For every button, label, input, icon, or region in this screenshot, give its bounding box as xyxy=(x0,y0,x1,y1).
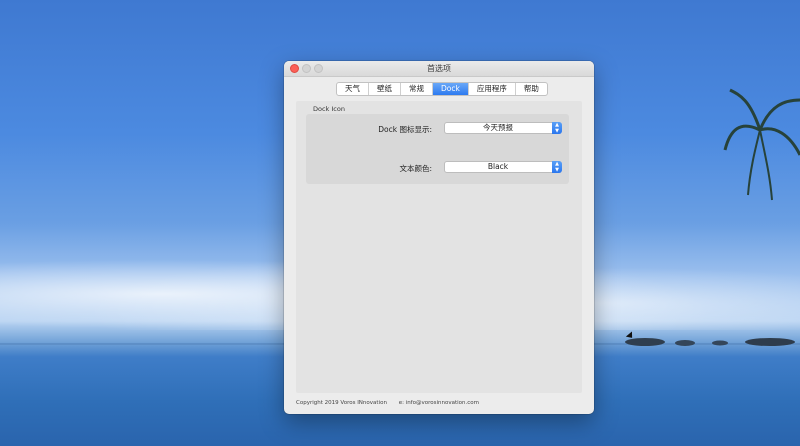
copyright-text: Copyright 2019 Voros INnovation xyxy=(296,400,387,406)
tab-bar: 天气 壁纸 常规 Dock 应用程序 帮助 xyxy=(336,82,548,96)
dock-display-value: 今天预报 xyxy=(483,123,513,132)
dock-display-label: Dock 图标显示: xyxy=(378,125,432,134)
tab-dock[interactable]: Dock xyxy=(433,83,469,95)
tab-wallpaper[interactable]: 壁纸 xyxy=(369,83,401,95)
chevron-up-down-icon: ▲ ▼ xyxy=(552,161,562,173)
dock-icon-group: Dock 图标显示: 今天预报 ▲ ▼ 文本颜色: Black ▲ ▼ xyxy=(306,114,569,184)
tab-applications[interactable]: 应用程序 xyxy=(469,83,516,95)
window-title: 首选项 xyxy=(427,64,451,73)
footer: Copyright 2019 Voros INnovation e: info@… xyxy=(296,400,489,406)
dock-display-popup[interactable]: 今天预报 ▲ ▼ xyxy=(444,122,562,134)
wallpaper-palm xyxy=(723,88,800,201)
chevron-up-down-icon: ▲ ▼ xyxy=(552,122,562,134)
tab-help[interactable]: 帮助 xyxy=(516,83,547,95)
title-bar[interactable]: 首选项 xyxy=(284,61,594,77)
preferences-window: 首选项 天气 壁纸 常规 Dock 应用程序 帮助 Dock Icon Dock… xyxy=(284,61,594,414)
text-color-popup[interactable]: Black ▲ ▼ xyxy=(444,161,562,173)
content-panel: Dock Icon Dock 图标显示: 今天预报 ▲ ▼ 文本颜色: Black… xyxy=(296,101,582,393)
text-color-label: 文本颜色: xyxy=(399,164,432,173)
contact-email: e: info@vorosinnovation.com xyxy=(398,400,479,406)
tab-weather[interactable]: 天气 xyxy=(337,83,369,95)
dock-icon-group-label: Dock Icon xyxy=(313,105,345,113)
tab-general[interactable]: 常规 xyxy=(401,83,433,95)
text-color-value: Black xyxy=(487,162,509,171)
